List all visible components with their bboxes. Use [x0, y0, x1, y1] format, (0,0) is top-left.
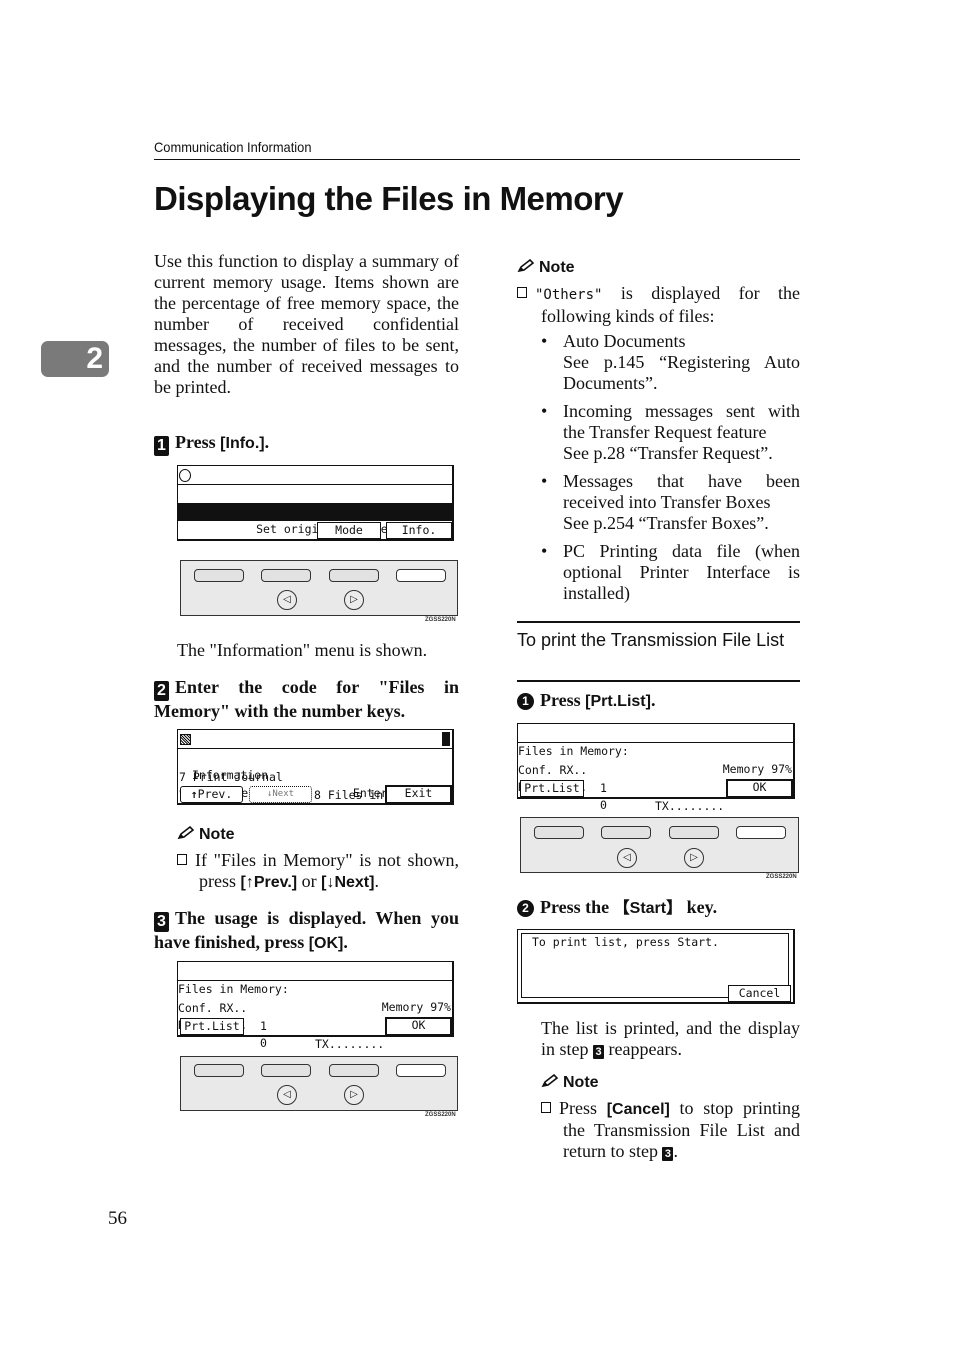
selection-key-1[interactable] [194, 569, 244, 582]
running-head: Communication Information [154, 139, 312, 155]
step-2-note-text: If "Files in Memory" is not shown, press… [177, 850, 459, 893]
pencil-icon [177, 826, 195, 840]
right-arrow-key-icon[interactable]: ▷ [344, 590, 364, 610]
lcd-ok-button[interactable]: OK [726, 779, 793, 798]
right-arrow-key-icon[interactable]: ▷ [684, 848, 704, 868]
list-item: Auto DocumentsSee p.145 “Registering Aut… [541, 331, 800, 394]
lcd-ok-button[interactable]: OK [385, 1017, 452, 1036]
subsection-title: To print the Transmission File List [517, 630, 785, 650]
figure-code: ZGSS220N [425, 1112, 456, 1118]
step-2-heading: 2 Enter the code for "Files in Memory" wi… [154, 677, 459, 721]
left-arrow-key-icon[interactable]: ◁ [277, 1085, 297, 1105]
up-arrow-icon: ↑ [190, 787, 198, 801]
lcd-files-in-memory-prt: Files in Memory: Memory 97% Conf. RX.. 1… [517, 723, 795, 831]
figure-code: ZGSS220N [766, 874, 797, 880]
selection-key-4[interactable] [396, 1064, 446, 1077]
step-1-result: The "Information" menu is shown. [177, 640, 428, 660]
lcd-files-in-memory: Files in Memory: Memory 97% Conf. RX.. 1… [177, 961, 454, 1069]
lcd-message: To print list, press Start. [532, 935, 719, 949]
input-cursor [442, 732, 450, 746]
control-panel-keys: ◁ ▷ [180, 560, 458, 616]
page-number: 56 [108, 1208, 127, 1229]
subsection-note-title: Note [541, 1074, 599, 1092]
list-item: Messages that have been received into Tr… [541, 471, 800, 534]
lcd-mode-button[interactable]: Mode [317, 522, 381, 539]
control-panel-keys: ◁ ▷ [520, 817, 799, 873]
header-rule [154, 159, 800, 160]
pencil-icon [517, 259, 535, 273]
selection-key-3[interactable] [329, 1064, 379, 1077]
telephone-icon: ☎ [181, 523, 189, 537]
lcd-prt-list-button[interactable]: Prt.List [520, 780, 584, 797]
cross-reference-link[interactable]: See p.145 “Registering Auto Documents”. [563, 352, 800, 394]
step-2-note-title: Note [177, 826, 235, 844]
lcd-ready-screen: Ready Set originals. Enter fax no. Memor… [177, 465, 454, 573]
lcd-info-button[interactable]: Info. [386, 522, 452, 539]
substep-2-result: The list is printed, and the display in … [541, 1018, 800, 1059]
list-item: Incoming messages sent with the Transfer… [541, 401, 800, 464]
cross-reference-link[interactable]: See p.28 “Transfer Request”. [563, 443, 800, 464]
subsection-rule-top [517, 621, 800, 623]
substep-2-heading: 2 Press the 【Start】 key. [517, 897, 800, 919]
left-arrow-key-icon[interactable]: ◁ [617, 848, 637, 868]
left-arrow-key-icon[interactable]: ◁ [277, 590, 297, 610]
menu-icon [180, 734, 191, 745]
checkbox-bullet-icon [177, 854, 187, 865]
figure-code: ZGSS220N [425, 617, 456, 623]
step-3-heading: 3 The usage is displayed. When you have f… [154, 908, 459, 952]
pencil-icon [541, 1074, 559, 1088]
status-circle-icon [179, 469, 191, 482]
checkbox-bullet-icon [541, 1102, 551, 1113]
subsection-note-text: Press [Cancel] to stop printing the Tran… [541, 1098, 800, 1162]
info-key-label: [Info.] [220, 435, 265, 452]
selection-key-1[interactable] [194, 1064, 244, 1077]
lcd-information-menu: Information Enter number 7 Print Journal… [177, 729, 454, 805]
list-item: PC Printing data file (when optional Pri… [541, 541, 800, 604]
step-1-heading: 1 Press [Info.]. [154, 432, 464, 456]
lcd-prt-list-button[interactable]: Prt.List [180, 1018, 244, 1035]
control-panel-keys: ◁ ▷ [180, 1056, 458, 1111]
lcd-exit-button[interactable]: Exit [385, 785, 452, 804]
selection-key-3[interactable] [669, 826, 719, 839]
lcd-prev-button[interactable]: ↑Prev. [180, 786, 243, 803]
selection-key-2[interactable] [261, 1064, 311, 1077]
cross-reference-link[interactable]: See p.254 “Transfer Boxes”. [563, 513, 800, 534]
right-note-title: Note [517, 259, 575, 277]
step-number-2: 2 [154, 681, 169, 701]
substep-1-heading: 1 Press [Prt.List]. [517, 690, 800, 712]
selection-key-4[interactable] [396, 569, 446, 582]
selection-key-3[interactable] [329, 569, 379, 582]
right-arrow-key-icon[interactable]: ▷ [344, 1085, 364, 1105]
lcd-cancel-button[interactable]: Cancel [728, 985, 791, 1002]
lcd-print-confirm: To print list, press Start. Cancel [517, 929, 795, 1004]
page-title: Displaying the Files in Memory [154, 180, 624, 217]
selection-key-2[interactable] [261, 569, 311, 582]
selection-key-1[interactable] [534, 826, 584, 839]
others-file-types-list: Auto DocumentsSee p.145 “Registering Aut… [541, 331, 800, 604]
checkbox-bullet-icon [517, 287, 527, 298]
selection-key-4[interactable] [736, 826, 786, 839]
chapter-tab: 2 [41, 341, 109, 377]
step-number-3: 3 [154, 912, 169, 932]
intro-paragraph: Use this function to display a summary o… [154, 251, 459, 397]
selection-key-2[interactable] [601, 826, 651, 839]
subsection-rule-bottom [517, 680, 800, 682]
lcd-next-button-disabled[interactable]: ↓Next [249, 786, 312, 803]
substep-number-1: 1 [517, 693, 534, 710]
right-note-text: "Others" is displayed for the following … [517, 283, 800, 327]
substep-number-2: 2 [517, 900, 534, 917]
step-number-1: 1 [154, 436, 169, 456]
